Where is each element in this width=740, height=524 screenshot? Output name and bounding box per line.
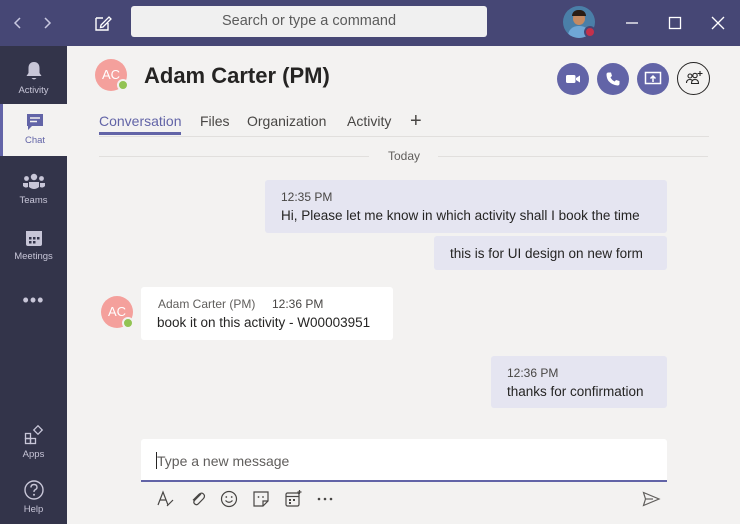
more-apps-button[interactable]: ••• <box>0 290 67 311</box>
paperclip-icon <box>192 492 206 506</box>
more-icon <box>317 497 333 501</box>
tab-conversation[interactable]: Conversation <box>99 113 182 129</box>
phone-icon <box>606 72 620 86</box>
share-screen-icon <box>644 71 662 85</box>
message-text: Hi, Please let me know in which activity… <box>281 208 640 223</box>
my-message-bubble[interactable] <box>491 356 667 408</box>
emoji-icon <box>220 490 238 508</box>
send-button[interactable] <box>641 489 661 509</box>
message-text: book it on this activity - W00003951 <box>157 315 371 330</box>
forward-button[interactable] <box>37 13 57 33</box>
chat-icon <box>27 114 43 130</box>
add-people-icon <box>685 71 702 85</box>
active-tab-indicator <box>99 132 181 135</box>
video-call-button[interactable] <box>557 63 589 95</box>
compose-placeholder: Type a new message <box>157 453 290 469</box>
minimize-button[interactable] <box>621 12 643 34</box>
rail-item-apps[interactable]: Apps <box>0 416 67 468</box>
contact-name: Adam Carter (PM) <box>144 63 330 88</box>
rail-item-activity[interactable]: Activity <box>0 52 67 104</box>
rail-item-help[interactable]: Help <box>0 471 67 523</box>
rail-label-chat: Chat <box>24 135 46 146</box>
add-tab-button[interactable]: + <box>410 110 422 133</box>
attach-button[interactable] <box>188 489 208 509</box>
message-time: 12:36 PM <box>507 366 559 380</box>
apps-icon <box>24 424 43 445</box>
format-button[interactable] <box>155 489 175 509</box>
video-camera-icon <box>566 75 580 83</box>
chevron-right-icon <box>44 17 52 29</box>
rail-label-meetings: Meetings <box>14 251 53 262</box>
chevron-left-icon <box>13 17 21 29</box>
add-people-button[interactable] <box>677 62 710 95</box>
rail-label-apps: Apps <box>22 449 45 460</box>
rail-item-meetings[interactable]: Meetings <box>0 220 67 272</box>
rail-label-help: Help <box>23 504 44 515</box>
search-input[interactable]: Search or type a command <box>131 6 487 37</box>
schedule-meeting-button[interactable] <box>283 489 303 509</box>
teams-icon <box>22 173 45 189</box>
message-time: 12:35 PM <box>281 190 333 204</box>
close-window-button[interactable] <box>707 12 729 34</box>
presence-available-indicator <box>117 79 129 91</box>
sticker-icon <box>253 491 269 507</box>
close-icon <box>711 16 725 30</box>
their-message-bubble[interactable] <box>141 287 393 340</box>
audio-call-button[interactable] <box>597 63 629 95</box>
message-time: 12:36 PM <box>272 297 324 311</box>
rail-item-teams[interactable]: Teams <box>0 164 67 216</box>
calendar-icon <box>285 490 302 507</box>
rail-label-teams: Teams <box>19 195 48 206</box>
rail-label-activity: Activity <box>18 85 49 96</box>
share-screen-button[interactable] <box>637 63 669 95</box>
help-icon <box>23 480 44 500</box>
header-divider <box>99 136 709 137</box>
presence-available-indicator <box>122 317 134 329</box>
maximize-button[interactable] <box>664 12 686 34</box>
message-text: thanks for confirmation <box>507 384 644 399</box>
message-author: Adam Carter (PM) <box>158 297 256 311</box>
new-chat-button[interactable] <box>92 12 114 34</box>
emoji-button[interactable] <box>219 489 239 509</box>
more-options-button[interactable] <box>315 489 335 509</box>
date-divider: Today <box>387 149 421 163</box>
presence-busy-indicator <box>584 26 596 38</box>
tab-files[interactable]: Files <box>200 113 230 129</box>
calendar-icon <box>25 231 42 246</box>
maximize-icon <box>668 16 682 30</box>
tab-organization[interactable]: Organization <box>247 113 326 129</box>
message-text: this is for UI design on new form <box>450 246 643 261</box>
send-icon <box>642 491 661 507</box>
new-chat-icon <box>95 16 112 31</box>
minimize-icon <box>626 22 638 24</box>
format-icon <box>157 490 174 507</box>
sticker-button[interactable] <box>251 489 271 509</box>
back-button[interactable] <box>8 13 28 33</box>
app-rail: Activity Chat Teams Meetings ••• Apps He… <box>0 46 67 524</box>
tab-activity[interactable]: Activity <box>347 113 391 129</box>
bell-icon <box>26 62 41 80</box>
my-message-bubble[interactable] <box>265 180 667 233</box>
